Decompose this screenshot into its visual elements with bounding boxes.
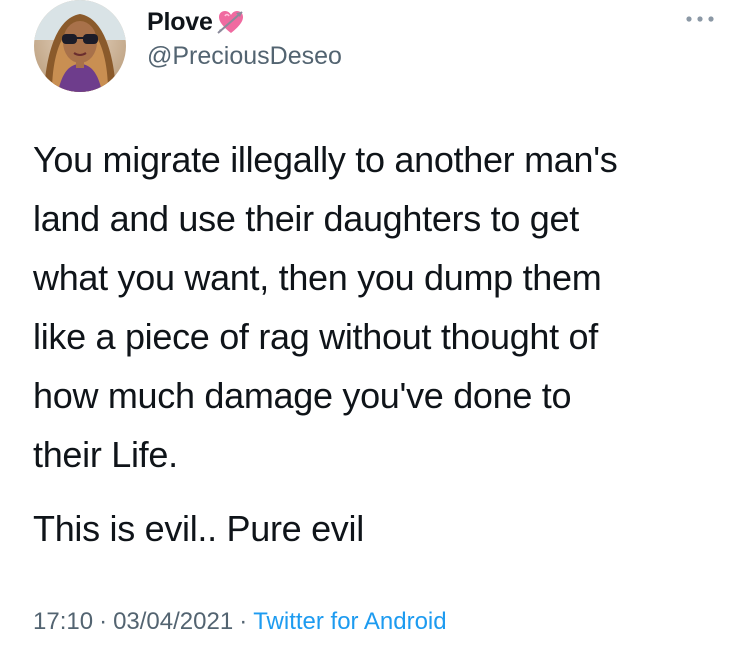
more-options-icon[interactable] [683,12,717,26]
avatar[interactable] [34,0,126,92]
meta-separator: · [99,608,108,635]
meta-separator: · [239,608,248,635]
tweet-time[interactable]: 17:10 [33,608,93,635]
tweet-text: You migrate illegally to another man's l… [33,130,723,558]
tweet-paragraph-1: You migrate illegally to another man's l… [33,139,618,475]
heart-with-arrow-icon [217,9,245,35]
author-handle[interactable]: @PreciousDeseo [147,42,342,71]
tweet-card: Plove @PreciousDeseo You migrate illegal… [0,0,750,664]
display-name[interactable]: Plove [147,8,213,37]
tweet-meta: 17:10 · 03/04/2021 · Twitter for Android [33,608,447,636]
author-name-row[interactable]: Plove [147,7,245,37]
tweet-paragraph-2: This is evil.. Pure evil [33,508,364,549]
tweet-source-link[interactable]: Twitter for Android [253,608,446,635]
tweet-date[interactable]: 03/04/2021 [113,608,233,635]
